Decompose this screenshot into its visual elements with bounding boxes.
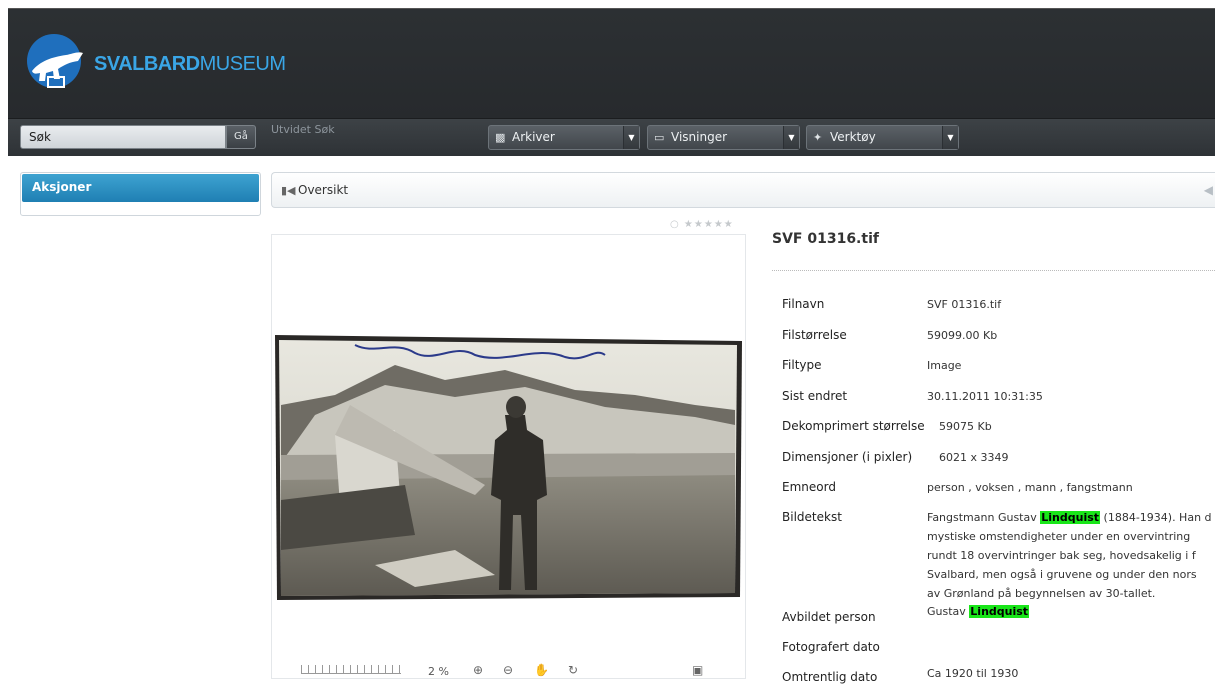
chevron-down-icon[interactable]: ▼: [783, 126, 799, 149]
views-menu-label: Visninger: [671, 130, 728, 144]
search-input[interactable]: [20, 125, 226, 149]
actions-panel-heading[interactable]: Aksjoner: [22, 174, 259, 202]
collapse-arrow-icon[interactable]: ◀: [1204, 183, 1213, 197]
metadata-key: Dekomprimert størrelse: [782, 419, 925, 433]
metadata-value: person , voksen , mann , fangstmann: [927, 481, 1133, 494]
caption-line: mystiske omstendigheter under en overvin…: [927, 530, 1191, 543]
metadata-value: 59075 Kb: [939, 420, 992, 433]
logo-wordmark: SVALBARDMUSEUM: [94, 53, 286, 76]
archive-photo: [275, 335, 742, 600]
advanced-search-link[interactable]: Utvidet Søk: [271, 123, 335, 136]
archives-menu-button[interactable]: ▩ Arkiver ▼: [488, 125, 640, 150]
main-toolbar: Gå Utvidet Søk ▩ Arkiver ▼ ▭ Visninger ▼ ✦…: [8, 118, 1215, 156]
metadata-key: Omtrentlig dato: [782, 670, 878, 684]
pan-hand-icon[interactable]: ✋: [534, 663, 549, 677]
caption-line: rundt 18 overvintringer bak seg, hovedsa…: [927, 549, 1196, 562]
star-icon[interactable]: ★: [704, 219, 714, 230]
metadata-key: Fotografert dato: [782, 640, 880, 654]
person-text: Gustav: [927, 605, 970, 618]
caption-text: (1884-1934). Han d: [1100, 511, 1212, 524]
archives-menu-label: Arkiver: [512, 130, 555, 144]
zoom-in-icon[interactable]: ⊕: [473, 663, 483, 677]
metadata-key: Filnavn: [782, 297, 825, 311]
polar-bear-logo-icon: [27, 34, 83, 88]
logo-wordmark-light: MUSEUM: [199, 53, 286, 75]
skip-back-icon[interactable]: ▮◀: [281, 184, 296, 197]
metadata-key: Dimensjoner (i pixler): [782, 450, 913, 464]
rating-stars[interactable]: ○ ★★★★★: [670, 219, 734, 230]
metadata-value: 6021 x 3349: [939, 451, 1009, 464]
tools-menu-label: Verktøy: [830, 130, 876, 144]
star-icon[interactable]: ★: [714, 219, 724, 230]
metadata-key: Bildetekst: [782, 510, 842, 524]
site-header: SVALBARDMUSEUM: [8, 8, 1215, 118]
metadata-key: Avbildet person: [782, 610, 876, 624]
caption-text: Fangstmann Gustav: [927, 511, 1041, 524]
metadata-value: Ca 1920 til 1930: [927, 667, 1019, 680]
views-menu-button[interactable]: ▭ Visninger ▼: [647, 125, 800, 150]
tools-icon: ✦: [813, 131, 823, 144]
logo-wordmark-bold: SVALBARD: [94, 53, 200, 75]
actions-panel: Aksjoner: [20, 172, 261, 216]
breadcrumb: ▮◀ Oversikt ◀: [271, 172, 1215, 208]
zoom-level: 2 %: [428, 665, 449, 678]
star-icon[interactable]: ★: [694, 219, 704, 230]
search-highlight: Lindquist: [969, 605, 1030, 618]
monitor-icon: ▭: [654, 131, 665, 144]
caption-line: av Grønland på begynnelsen av 30-tallet.: [927, 587, 1156, 600]
metadata-value: 59099.00 Kb: [927, 329, 998, 342]
star-icon[interactable]: ★: [724, 219, 734, 230]
file-title: SVF 01316.tif: [772, 231, 879, 247]
title-divider: [772, 270, 1215, 271]
metadata-value: SVF 01316.tif: [927, 298, 1002, 311]
metadata-value: 30.11.2011 10:31:35: [927, 390, 1043, 403]
zoom-slider[interactable]: [301, 665, 401, 674]
metadata-value: Image: [927, 359, 962, 372]
metadata-key: Sist endret: [782, 389, 848, 403]
caption-line: Svalbard, men også i gruvene og under de…: [927, 568, 1197, 581]
viewer-toolbar: 2 % ⊕ ⊖ ✋ ↻ ▣: [271, 662, 746, 679]
chevron-down-icon[interactable]: ▼: [942, 126, 958, 149]
metadata-value: Gustav Lindquist: [927, 602, 1215, 621]
chevron-down-icon[interactable]: ▼: [623, 126, 639, 149]
fullscreen-icon[interactable]: ▣: [692, 663, 703, 677]
tools-menu-button[interactable]: ✦ Verktøy ▼: [806, 125, 959, 150]
caption-value: Fangstmann Gustav Lindquist (1884-1934).…: [927, 508, 1215, 603]
top-strip: [0, 0, 1215, 8]
svalbard-museum-logo[interactable]: SVALBARDMUSEUM: [26, 29, 286, 99]
clear-rating-icon[interactable]: ○: [670, 219, 680, 230]
metadata-key: Emneord: [782, 480, 836, 494]
search-highlight: Lindquist: [1040, 511, 1101, 524]
caption-line: Fangstmann Gustav Lindquist (1884-1934).…: [927, 508, 1215, 527]
metadata-key: Filtype: [782, 358, 822, 372]
zoom-out-icon[interactable]: ⊖: [503, 663, 513, 677]
breadcrumb-overview[interactable]: Oversikt: [298, 183, 348, 197]
rotate-icon[interactable]: ↻: [568, 663, 578, 677]
search-go-button[interactable]: Gå: [226, 125, 256, 149]
archive-icon: ▩: [495, 131, 506, 144]
metadata-key: Filstørrelse: [782, 328, 847, 342]
star-icon[interactable]: ★: [684, 219, 694, 230]
